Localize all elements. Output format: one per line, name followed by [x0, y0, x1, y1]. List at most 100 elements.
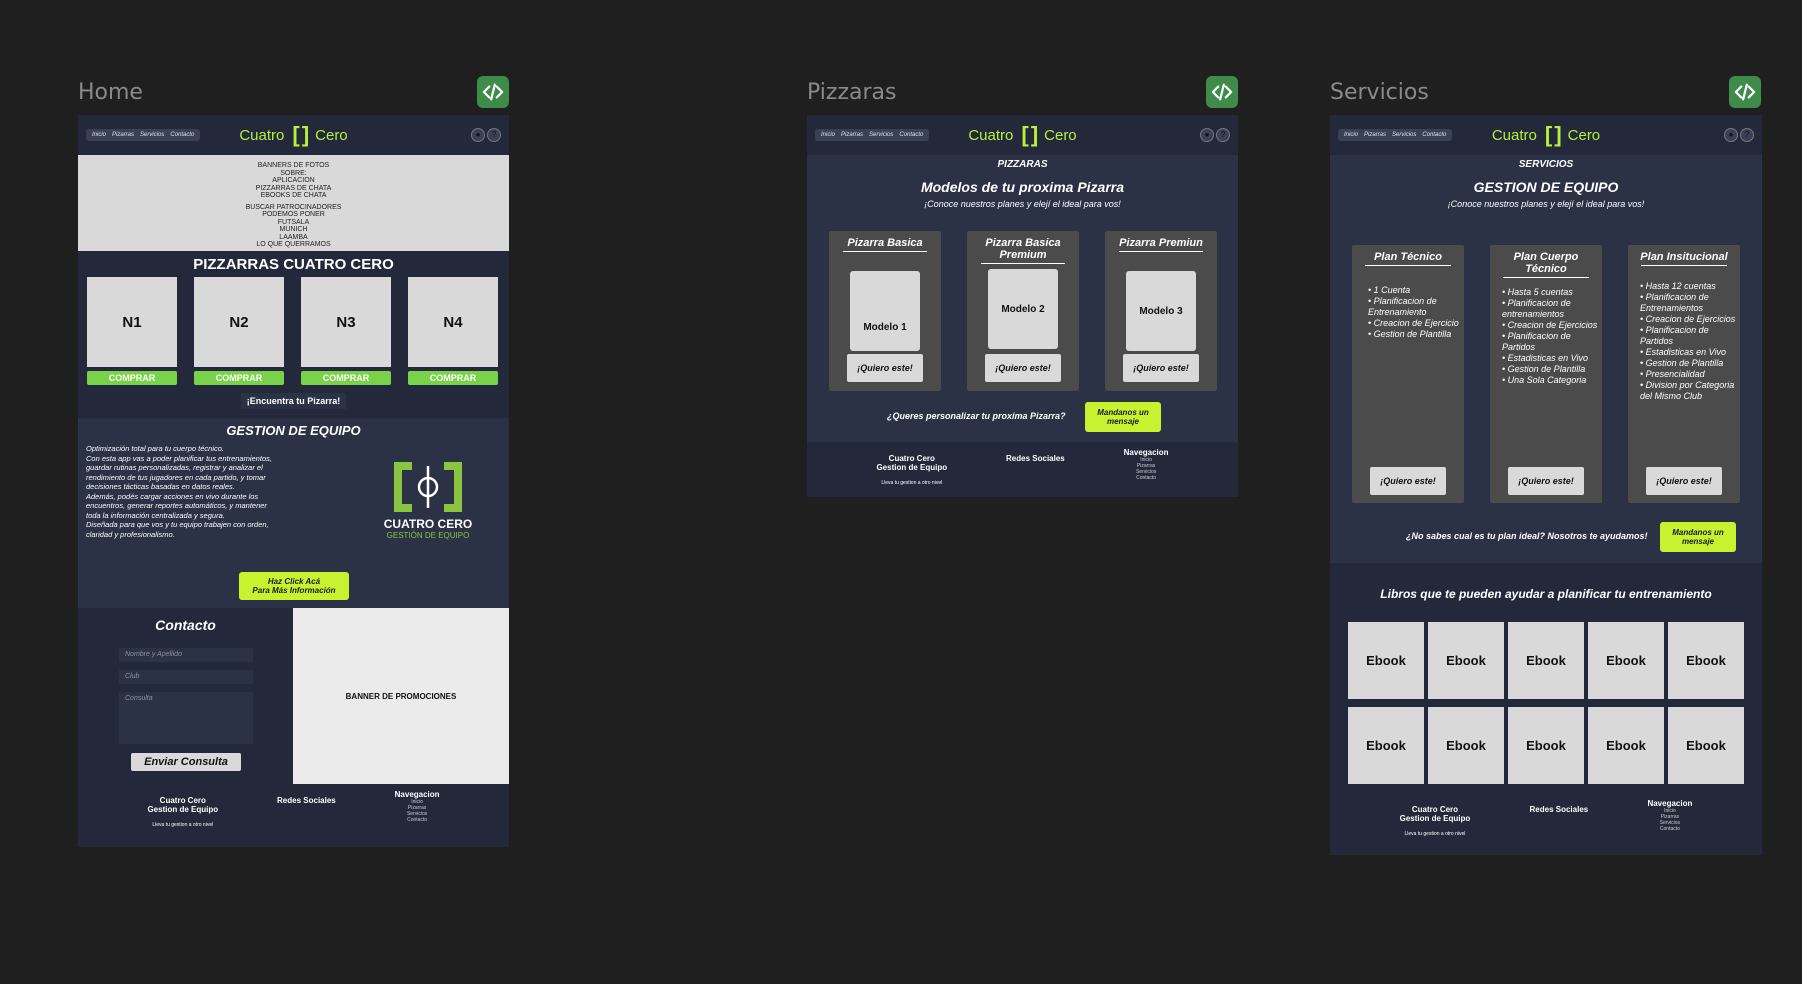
ebook-card[interactable]: Ebook [1588, 707, 1664, 784]
buy-button[interactable]: COMPRAR [408, 371, 498, 385]
ebook-card[interactable]: Ebook [1348, 622, 1424, 699]
choose-button[interactable]: ¡Quiero este! [847, 354, 923, 382]
choose-button[interactable]: ¡Quiero este! [1370, 467, 1446, 495]
plan-name: Plan Técnico [1374, 251, 1442, 263]
choose-button[interactable]: ¡Quiero este! [985, 354, 1061, 382]
user-icon[interactable]: ● [471, 128, 485, 142]
nav-link-contacto[interactable]: Contacto [1422, 132, 1446, 138]
send-button[interactable]: Enviar Consulta [131, 753, 241, 771]
model-image: Modelo 1 [850, 271, 920, 351]
feature-list: • Hasta 5 cuentas • Planificacion de ent… [1494, 287, 1600, 386]
nav-link-contacto[interactable]: Contacto [899, 132, 923, 138]
buy-button[interactable]: COMPRAR [301, 371, 391, 385]
footer-brand: Cuatro Cero [888, 454, 935, 463]
ebook-card[interactable]: Ebook [1508, 707, 1584, 784]
code-view-button-home[interactable] [477, 76, 509, 108]
section-label: SERVICIOS [1518, 159, 1574, 170]
brand-right: Cero [315, 126, 348, 144]
product-card[interactable]: N3 [301, 277, 391, 367]
nav-link-pizarras[interactable]: Pizarras [112, 132, 134, 138]
ebook-card[interactable]: Ebook [1508, 622, 1584, 699]
plan-name: Pizarra Basica Premium [985, 237, 1061, 261]
brand-mark: [ ] [1544, 122, 1562, 147]
find-pizarra-button[interactable]: ¡Encuentra tu Pizarra! [240, 393, 347, 409]
nav-link-pizarras[interactable]: Pizarras [1364, 132, 1386, 138]
choose-button[interactable]: ¡Quiero este! [1123, 354, 1199, 382]
code-icon [1211, 83, 1233, 101]
plan-card: Pizarra Basica Premium Modelo 2 ¡Quiero … [967, 231, 1079, 391]
feature-item: • Creacion de Ejercicio [1368, 318, 1459, 328]
footer-nav-title: Navegacion [1647, 799, 1693, 808]
nav-link-inicio[interactable]: Inicio [821, 132, 835, 138]
frame-title-home: Home [78, 80, 143, 105]
user-icon[interactable]: ● [1724, 128, 1738, 142]
contact-section: Contacto Nombre y Apellido Club Consulta… [78, 608, 509, 784]
product-card[interactable]: N4 [408, 277, 498, 367]
feature-item: • Gestion de Plantilla [1640, 358, 1724, 368]
ebook-card[interactable]: Ebook [1668, 622, 1744, 699]
footer-link[interactable]: Contacto [395, 817, 440, 823]
plan-card: Pizarra Basica Modelo 1 ¡Quiero este! [829, 231, 941, 391]
code-view-button-servicios[interactable] [1729, 76, 1761, 108]
club-field[interactable]: Club [119, 670, 253, 684]
feature-list: • 1 Cuenta • Planificacion de Entrenamie… [1360, 285, 1460, 340]
footer-brand: Cuatro Cero [159, 796, 206, 805]
navbar: Inicio Pizarras Servicios Contacto Cuatr… [1330, 115, 1762, 155]
footer-link[interactable]: Contacto [1124, 475, 1169, 481]
banner-line: EBOOKS DE CHATA [260, 192, 327, 199]
contact-form: Contacto Nombre y Apellido Club Consulta… [78, 608, 293, 784]
ebook-card[interactable]: Ebook [1428, 622, 1504, 699]
nav-link-servicios[interactable]: Servicios [869, 132, 893, 138]
choose-button[interactable]: ¡Quiero este! [1508, 467, 1584, 495]
footer-social: Redes Sociales [277, 796, 336, 805]
buy-button[interactable]: COMPRAR [87, 371, 177, 385]
nav-link-servicios[interactable]: Servicios [1392, 132, 1416, 138]
logo-text: CUATRO CERO [383, 517, 473, 531]
product-card[interactable]: N2 [194, 277, 284, 367]
frame-title-servicios: Servicios [1330, 80, 1429, 105]
ebook-card[interactable]: Ebook [1588, 622, 1664, 699]
nav-links: Inicio Pizarras Servicios Contacto [1338, 129, 1453, 141]
nav-link-servicios[interactable]: Servicios [140, 132, 164, 138]
brand-logo[interactable]: Cuatro [ ] Cero [968, 122, 1076, 148]
feature-item: • Planificacion de Entrenamiento [1368, 296, 1437, 317]
more-info-button[interactable]: Haz Click Acá Para Más Información [239, 572, 349, 600]
footer-brand-sub: Gestion de Equipo [147, 805, 219, 814]
navbar: Inicio Pizarras Servicios Contacto Cuatr… [78, 115, 509, 155]
code-view-button-pizzaras[interactable] [1206, 76, 1238, 108]
nav-links: Inicio Pizarras Servicios Contacto [86, 129, 201, 141]
message-button[interactable]: Mandanos un mensaje [1660, 522, 1736, 552]
plan-card: Plan Insitucional • Hasta 12 cuentas • P… [1628, 245, 1740, 503]
message-button[interactable]: Mandanos un mensaje [1085, 402, 1161, 432]
help-icon[interactable]: ? [1740, 128, 1754, 142]
user-icon[interactable]: ● [1200, 128, 1214, 142]
choose-button[interactable]: ¡Quiero este! [1646, 467, 1722, 495]
footer: Cuatro Cero Gestion de Equipo Lleva tu g… [1330, 793, 1762, 843]
buy-button[interactable]: COMPRAR [194, 371, 284, 385]
ebook-card[interactable]: Ebook [1348, 707, 1424, 784]
pizarras-subtitle: ¡Conoce nuestros planes y elejí el ideal… [924, 199, 1121, 209]
help-icon[interactable]: ? [487, 128, 501, 142]
footer-nav-title: Navegacion [1123, 448, 1169, 457]
nav-link-pizarras[interactable]: Pizarras [841, 132, 863, 138]
plan-name: Pizarra Basica [847, 237, 923, 249]
nav-link-inicio[interactable]: Inicio [92, 132, 106, 138]
product-card[interactable]: N1 [87, 277, 177, 367]
ebook-card[interactable]: Ebook [1428, 707, 1504, 784]
banner-line: PIZZARRAS DE CHATA [255, 184, 332, 192]
products-row: N1 COMPRAR N2 COMPRAR N3 COMPRAR N4 COMP… [78, 273, 509, 391]
help-icon[interactable]: ? [1216, 128, 1230, 142]
banner-line: LO QUE QUERRAMOS [256, 241, 331, 248]
footer-brand-sub: Gestion de Equipo [876, 463, 948, 472]
nav-link-inicio[interactable]: Inicio [1344, 132, 1358, 138]
consulta-field[interactable]: Consulta [119, 692, 253, 744]
feature-item: • Planificacion de entrenamientos [1502, 298, 1571, 319]
ebook-card[interactable]: Ebook [1668, 707, 1744, 784]
pizzaras-frame: Inicio Pizarras Servicios Contacto Cuatr… [807, 115, 1238, 497]
footer-link[interactable]: Contacto [1647, 826, 1692, 832]
brand-logo[interactable]: Cuatro [ ] Cero [1492, 122, 1600, 148]
contact-title: Contacto [155, 617, 216, 633]
nav-link-contacto[interactable]: Contacto [170, 132, 194, 138]
brand-logo[interactable]: Cuatro [ ] Cero [239, 122, 347, 148]
name-field[interactable]: Nombre y Apellido [119, 648, 253, 662]
